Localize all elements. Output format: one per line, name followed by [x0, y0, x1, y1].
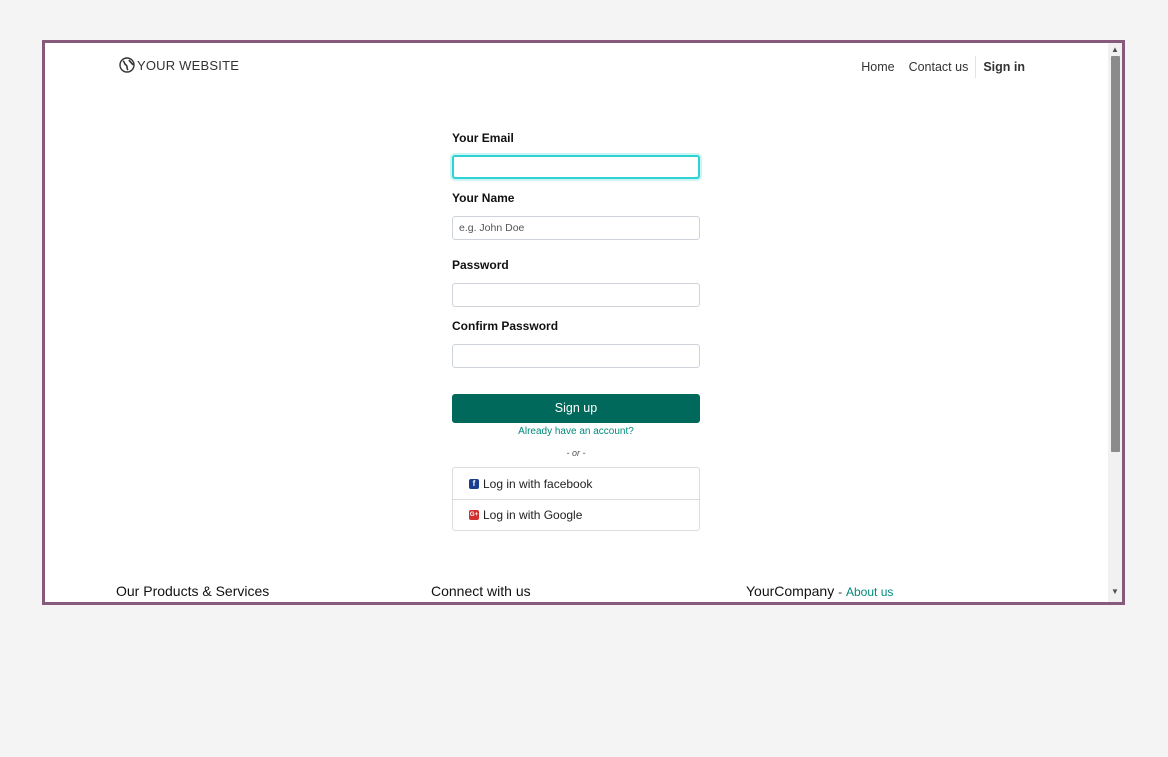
facebook-login-label: Log in with facebook: [483, 476, 593, 491]
oauth-providers: f Log in with facebook G+ Log in with Go…: [452, 467, 700, 531]
brand-logo[interactable]: YOUR WEBSITE: [119, 57, 239, 73]
google-login-label: Log in with Google: [483, 508, 583, 522]
top-nav: Home Contact us Sign in: [854, 56, 1032, 78]
vertical-scrollbar[interactable]: ▲ ▼: [1108, 43, 1122, 602]
nav-home[interactable]: Home: [854, 56, 901, 78]
confirm-password-label: Confirm Password: [452, 319, 559, 333]
or-separator: - or -: [566, 448, 586, 458]
google-plus-icon: G+: [469, 510, 479, 520]
scroll-thumb[interactable]: [1111, 56, 1120, 452]
footer-products-title: Our Products & Services: [116, 583, 270, 599]
globe-icon: [119, 57, 135, 73]
password-label: Password: [452, 258, 509, 272]
name-field[interactable]: [452, 216, 700, 240]
nav-signin[interactable]: Sign in: [976, 56, 1032, 78]
scroll-up-arrow-icon[interactable]: ▲: [1108, 44, 1122, 56]
footer-company-title: YourCompany: [746, 583, 835, 599]
browser-frame: YOUR WEBSITE Home Contact us Sign in You…: [42, 40, 1125, 605]
scroll-down-arrow-icon[interactable]: ▼: [1108, 586, 1122, 598]
email-label: Your Email: [452, 131, 514, 145]
brand-text: YOUR WEBSITE: [137, 57, 240, 73]
password-field[interactable]: [452, 283, 700, 307]
email-field[interactable]: [452, 155, 700, 179]
page-viewport: YOUR WEBSITE Home Contact us Sign in You…: [45, 43, 1108, 602]
footer-connect-title: Connect with us: [431, 583, 531, 599]
facebook-icon: f: [469, 478, 479, 489]
name-label: Your Name: [452, 191, 515, 205]
confirm-password-field[interactable]: [452, 344, 700, 368]
nav-contact[interactable]: Contact us: [902, 56, 976, 78]
signup-button[interactable]: Sign up: [452, 394, 700, 423]
footer-about-link[interactable]: About us: [846, 585, 893, 599]
facebook-login-button[interactable]: f Log in with facebook: [453, 468, 699, 499]
google-login-button[interactable]: G+ Log in with Google: [453, 499, 699, 530]
footer-company-separator: -: [838, 585, 843, 599]
already-have-account-link[interactable]: Already have an account?: [452, 426, 700, 437]
footer-company-heading: YourCompany - About us: [746, 583, 893, 599]
